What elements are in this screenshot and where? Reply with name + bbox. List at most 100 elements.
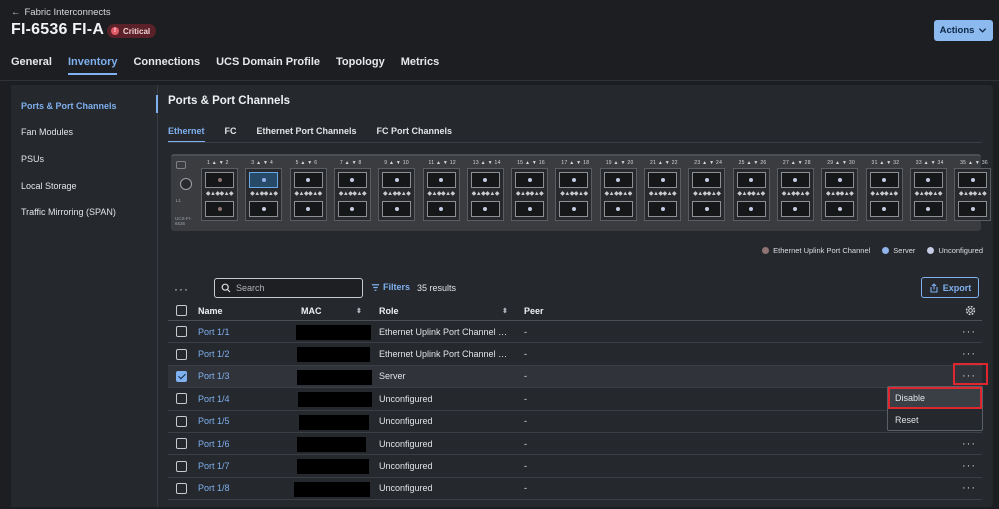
table-row[interactable]: Port 1/6 Unconfigured - ···: [168, 433, 982, 456]
switch-port[interactable]: [913, 201, 943, 217]
switch-port[interactable]: [426, 201, 456, 217]
switch-port[interactable]: [382, 201, 412, 217]
port-name-link[interactable]: Port 1/5: [198, 416, 230, 426]
row-checkbox[interactable]: [176, 438, 187, 450]
switch-port[interactable]: [559, 172, 589, 188]
sidebar-item-traffic-mirroring[interactable]: Traffic Mirroring (SPAN): [21, 207, 116, 217]
row-more-icon[interactable]: ···: [962, 438, 976, 450]
table-more-icon[interactable]: ···: [174, 282, 189, 296]
tab-inventory[interactable]: Inventory: [67, 56, 117, 75]
header-mac[interactable]: MAC: [301, 306, 322, 316]
row-more-icon[interactable]: ···: [962, 482, 976, 494]
sidebar-item-ports[interactable]: Ports & Port Channels: [21, 101, 117, 111]
port-status-led: [394, 207, 399, 211]
sort-icon[interactable]: ⬍: [356, 307, 362, 315]
switch-port[interactable]: [205, 172, 234, 188]
header-peer[interactable]: Peer: [524, 306, 544, 316]
port-name-link[interactable]: Port 1/6: [198, 439, 230, 449]
table-row[interactable]: Port 1/7 Unconfigured - ···: [168, 455, 982, 478]
back-link[interactable]: ← Fabric Interconnects: [11, 7, 111, 18]
row-checkbox[interactable]: [176, 326, 187, 338]
port-name-link[interactable]: Port 1/2: [198, 349, 230, 359]
port-name-link[interactable]: Port 1/3: [198, 371, 230, 381]
row-checkbox[interactable]: [176, 415, 187, 427]
table-row[interactable]: Port 1/3 Server - ···: [168, 365, 982, 389]
header-name[interactable]: Name: [198, 306, 223, 316]
row-checkbox[interactable]: [176, 460, 187, 472]
subtab-fc-port-channels[interactable]: FC Port Channels: [377, 126, 453, 140]
row-checkbox[interactable]: [176, 370, 187, 382]
switch-port[interactable]: [692, 172, 722, 188]
switch-port[interactable]: [337, 201, 367, 217]
subtab-ethernet-port-channels[interactable]: Ethernet Port Channels: [257, 126, 357, 140]
subtab-fc[interactable]: FC: [225, 126, 237, 140]
switch-port[interactable]: [426, 172, 456, 188]
tab-ucs-domain-profile[interactable]: UCS Domain Profile: [216, 56, 320, 74]
filters-button[interactable]: Filters: [371, 282, 410, 292]
switch-port[interactable]: [337, 172, 367, 188]
select-all-checkbox[interactable]: [176, 305, 187, 316]
switch-port[interactable]: [780, 201, 810, 217]
sort-icon[interactable]: ⬍: [502, 307, 508, 315]
switch-port[interactable]: [869, 201, 899, 217]
switch-port[interactable]: [692, 201, 722, 217]
switch-port[interactable]: [293, 172, 323, 188]
tab-topology[interactable]: Topology: [336, 56, 385, 74]
switch-port[interactable]: [736, 201, 766, 217]
switch-port[interactable]: [293, 201, 323, 217]
table-row[interactable]: Port 1/4 Unconfigured -: [168, 388, 982, 411]
port-name-link[interactable]: Port 1/4: [198, 394, 230, 404]
port-name-link[interactable]: Port 1/7: [198, 461, 230, 471]
subtab-ethernet[interactable]: Ethernet: [168, 126, 205, 143]
switch-port[interactable]: [470, 201, 500, 217]
switch-port[interactable]: [825, 201, 855, 217]
switch-port[interactable]: [780, 172, 810, 188]
tab-connections[interactable]: Connections: [133, 56, 200, 74]
switch-port[interactable]: [515, 201, 545, 217]
menu-item-disable[interactable]: Disable: [888, 387, 982, 409]
table-row[interactable]: Port 1/5 Unconfigured -: [168, 411, 982, 433]
row-more-icon[interactable]: ···: [962, 348, 976, 360]
port-number-label: 31 ▲ ▼ 32: [871, 160, 900, 166]
switch-port[interactable]: [958, 201, 988, 217]
search-box[interactable]: [214, 278, 363, 298]
gear-icon[interactable]: [965, 305, 976, 316]
sidebar-item-psus[interactable]: PSUs: [21, 154, 44, 164]
tab-metrics[interactable]: Metrics: [401, 56, 440, 74]
export-button[interactable]: Export: [921, 277, 979, 298]
table-row[interactable]: Port 1/1 Ethernet Uplink Port Channel Mem…: [168, 321, 982, 344]
switch-port[interactable]: [869, 172, 899, 188]
table-row[interactable]: Port 1/2 Ethernet Uplink Port Channel Mem…: [168, 343, 982, 366]
port-name-link[interactable]: Port 1/8: [198, 483, 230, 493]
switch-port[interactable]: [249, 172, 279, 188]
switch-port[interactable]: [205, 201, 234, 217]
switch-port[interactable]: [825, 172, 855, 188]
sidebar-item-fan-modules[interactable]: Fan Modules: [21, 127, 73, 137]
row-checkbox[interactable]: [176, 348, 187, 360]
row-more-icon[interactable]: ···: [962, 460, 976, 472]
row-more-icon[interactable]: ···: [962, 326, 976, 338]
header-role[interactable]: Role: [379, 306, 514, 316]
table-row[interactable]: Port 1/8 Unconfigured - ···: [168, 478, 982, 501]
row-checkbox[interactable]: [176, 393, 187, 405]
mac-redacted: [297, 436, 366, 452]
switch-port[interactable]: [559, 201, 589, 217]
switch-port[interactable]: [382, 172, 412, 188]
switch-port[interactable]: [515, 172, 545, 188]
switch-port[interactable]: [958, 172, 988, 188]
switch-port[interactable]: [648, 172, 677, 188]
row-checkbox[interactable]: [176, 482, 187, 494]
switch-port[interactable]: [736, 172, 766, 188]
port-name-link[interactable]: Port 1/1: [198, 327, 230, 337]
tab-general[interactable]: General: [11, 56, 52, 74]
switch-port[interactable]: [648, 201, 677, 217]
switch-port[interactable]: [603, 201, 633, 217]
search-input[interactable]: [236, 283, 351, 293]
switch-port[interactable]: [470, 172, 500, 188]
switch-port[interactable]: [603, 172, 633, 188]
switch-port[interactable]: [249, 201, 279, 217]
actions-button[interactable]: Actions: [934, 20, 993, 41]
sidebar-item-local-storage[interactable]: Local Storage: [21, 181, 77, 191]
switch-port[interactable]: [913, 172, 943, 188]
menu-item-reset[interactable]: Reset: [888, 409, 982, 431]
